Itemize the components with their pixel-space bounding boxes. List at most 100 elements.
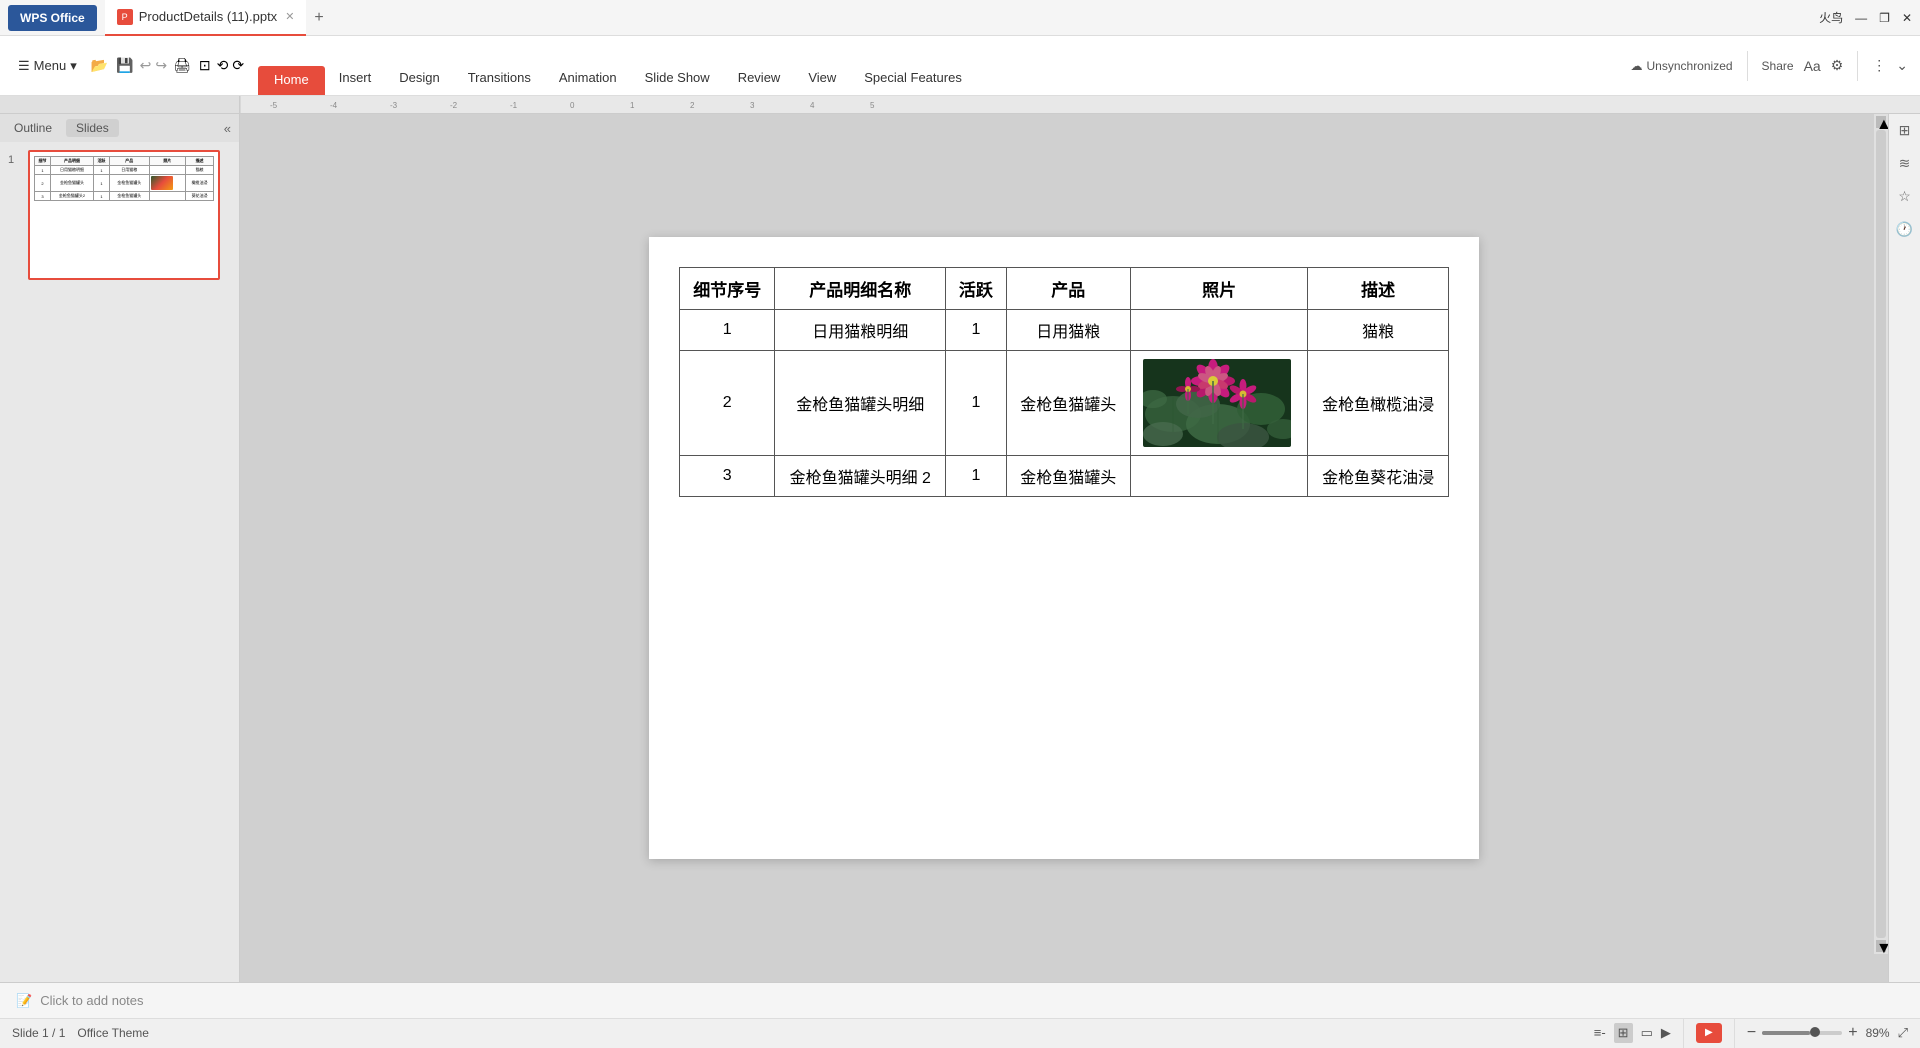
mini-th: 产品明细 [51, 157, 94, 166]
file-tab[interactable]: P ProductDetails (11).pptx ✕ [105, 0, 307, 36]
tab-insert[interactable]: Insert [325, 64, 386, 95]
mini-td: 1 [35, 166, 51, 175]
row2-desc: 金枪鱼橄榄油浸 [1308, 351, 1449, 456]
open-file-icon[interactable]: 📂 [87, 57, 112, 74]
print-icon[interactable]: 🖨 [169, 57, 195, 74]
svg-text:1: 1 [630, 101, 635, 110]
tab-transitions[interactable]: Transitions [454, 64, 545, 95]
mini-td: 2 [35, 175, 51, 192]
animate-icon[interactable]: ≋ [1899, 155, 1911, 172]
window-min-button[interactable]: — [1855, 11, 1867, 25]
zoom-minus-button[interactable]: − [1747, 1024, 1756, 1042]
file-name: ProductDetails (11).pptx [139, 9, 278, 24]
hamburger-icon: ☰ [18, 58, 30, 74]
slides-list: 1 细节 产品明细 活跃 产品 照片 [0, 142, 239, 982]
redo2-icon[interactable]: ⟳ [230, 57, 246, 74]
mini-td: 日用猫粮明细 [51, 166, 94, 175]
scroll-thumb[interactable] [1876, 130, 1886, 938]
tab-design[interactable]: Design [385, 64, 453, 95]
theme-name: Office Theme [77, 1026, 149, 1040]
star-icon[interactable]: ☆ [1898, 188, 1911, 205]
row2-name: 金枪鱼猫罐头明细 [775, 351, 946, 456]
divider [1747, 51, 1748, 81]
scroll-up-button[interactable]: ▲ [1876, 116, 1886, 128]
title-bar: WPS Office P ProductDetails (11).pptx ✕ … [0, 0, 1920, 36]
outline-view-icon[interactable]: ▭ [1641, 1025, 1653, 1041]
tab-special[interactable]: Special Features [850, 64, 976, 95]
row2-product: 金枪鱼猫罐头 [1006, 351, 1130, 456]
normal-view-icon[interactable]: ⊞ [1614, 1023, 1633, 1043]
zoom-slider-fill [1762, 1031, 1810, 1035]
tab-review[interactable]: Review [724, 64, 795, 95]
add-tab-button[interactable]: + [306, 9, 331, 27]
tab-close-icon[interactable]: ✕ [285, 10, 294, 23]
ruler-marks: -5 -4 -3 -2 -1 0 1 2 3 4 5 [240, 96, 1920, 113]
settings-icon[interactable]: ⚙ [1831, 57, 1844, 74]
mini-td: 3 [35, 192, 51, 201]
window-max-button[interactable]: ❐ [1879, 11, 1890, 25]
slide-canvas-wrapper[interactable]: 细节序号 产品明细名称 活跃 产品 照片 描述 1 日用猫粮明细 [240, 114, 1888, 982]
zoom-slider[interactable] [1762, 1031, 1842, 1035]
redo-icon[interactable]: ↪ [153, 57, 169, 74]
menu-button[interactable]: ☰ Menu ▾ [8, 36, 87, 95]
mini-th: 细节 [35, 157, 51, 166]
row3-id: 3 [680, 456, 775, 497]
tab-home[interactable]: Home [258, 66, 325, 95]
row1-product: 日用猫粮 [1006, 310, 1130, 351]
slideshow-view-icon[interactable]: ▶ [1661, 1025, 1671, 1041]
notes-bar: 📝 Click to add notes [0, 982, 1920, 1018]
table-row: 2 金枪鱼猫罐头明细 1 金枪鱼猫罐头 [680, 351, 1449, 456]
scroll-down-button[interactable]: ▼ [1876, 940, 1886, 952]
table-header-active: 活跃 [946, 268, 1007, 310]
tab-view[interactable]: View [794, 64, 850, 95]
svg-text:-4: -4 [330, 101, 338, 110]
mini-td: 猫粮 [186, 166, 214, 175]
ribbon-right: ☁ Unsynchronized Share Aa ⚙ ⋮ ⌄ [1619, 36, 1920, 95]
ribbon: ☰ Menu ▾ 📂 💾 ↩ ↪ 🖨 ⊡ ⟲ ⟳ Home Insert Des… [0, 36, 1920, 96]
window-close-button[interactable]: ✕ [1902, 11, 1912, 25]
tab-slideshow[interactable]: Slide Show [631, 64, 724, 95]
layout-icon[interactable]: ⊞ [1899, 122, 1911, 139]
mini-td: 葵花油浸 [186, 192, 214, 201]
tab-slides[interactable]: Slides [66, 119, 119, 137]
mini-th: 照片 [149, 157, 186, 166]
more-options-icon[interactable]: ⋮ [1872, 57, 1886, 74]
cloud-icon: ☁ [1631, 59, 1643, 73]
undo-icon[interactable]: ↩ [138, 57, 154, 74]
mini-td: 1 [93, 175, 109, 192]
panel-tabs: Outline Slides « [0, 114, 239, 142]
row2-photo [1130, 351, 1308, 456]
unsync-button[interactable]: ☁ Unsynchronized [1631, 59, 1733, 73]
mini-table: 细节 产品明细 活跃 产品 照片 描述 [34, 156, 214, 201]
row1-name: 日用猫粮明细 [775, 310, 946, 351]
accessibility-icon[interactable]: Aa [1804, 58, 1821, 74]
row1-desc: 猫粮 [1308, 310, 1449, 351]
wps-logo-button[interactable]: WPS Office [8, 5, 97, 31]
share-button[interactable]: Share [1762, 59, 1794, 73]
list-view-icon[interactable]: ≡- [1594, 1025, 1606, 1040]
history-icon[interactable]: 🕐 [1896, 221, 1913, 238]
svg-text:2: 2 [690, 101, 695, 110]
svg-text:3: 3 [750, 101, 755, 110]
screenshot-icon[interactable]: ⊡ [195, 57, 215, 74]
vertical-scrollbar[interactable]: ▲ ▼ [1874, 114, 1888, 954]
play-button[interactable] [1696, 1023, 1722, 1043]
mini-td: 金枪鱼猫罐头 [109, 192, 149, 201]
table-header-desc: 描述 [1308, 268, 1449, 310]
notes-placeholder[interactable]: Click to add notes [40, 993, 143, 1008]
fullscreen-icon[interactable]: ⤢ [1898, 1025, 1908, 1041]
tab-animation[interactable]: Animation [545, 64, 631, 95]
zoom-slider-thumb[interactable] [1810, 1027, 1820, 1037]
svg-text:-3: -3 [390, 101, 398, 110]
tab-outline[interactable]: Outline [4, 119, 62, 137]
mini-td: 金枪鱼猫罐头 [109, 175, 149, 192]
svg-text:-5: -5 [270, 101, 278, 110]
save-icon[interactable]: 💾 [112, 57, 137, 74]
slide-thumbnail-1[interactable]: 细节 产品明细 活跃 产品 照片 描述 [28, 150, 220, 280]
ruler-container: -5 -4 -3 -2 -1 0 1 2 3 4 5 [0, 96, 1920, 114]
panel-collapse-icon[interactable]: « [220, 121, 235, 136]
collapse-ribbon-icon[interactable]: ⌄ [1896, 57, 1908, 74]
mini-th: 产品 [109, 157, 149, 166]
undo2-icon[interactable]: ⟲ [215, 57, 231, 74]
zoom-plus-button[interactable]: + [1848, 1024, 1857, 1042]
